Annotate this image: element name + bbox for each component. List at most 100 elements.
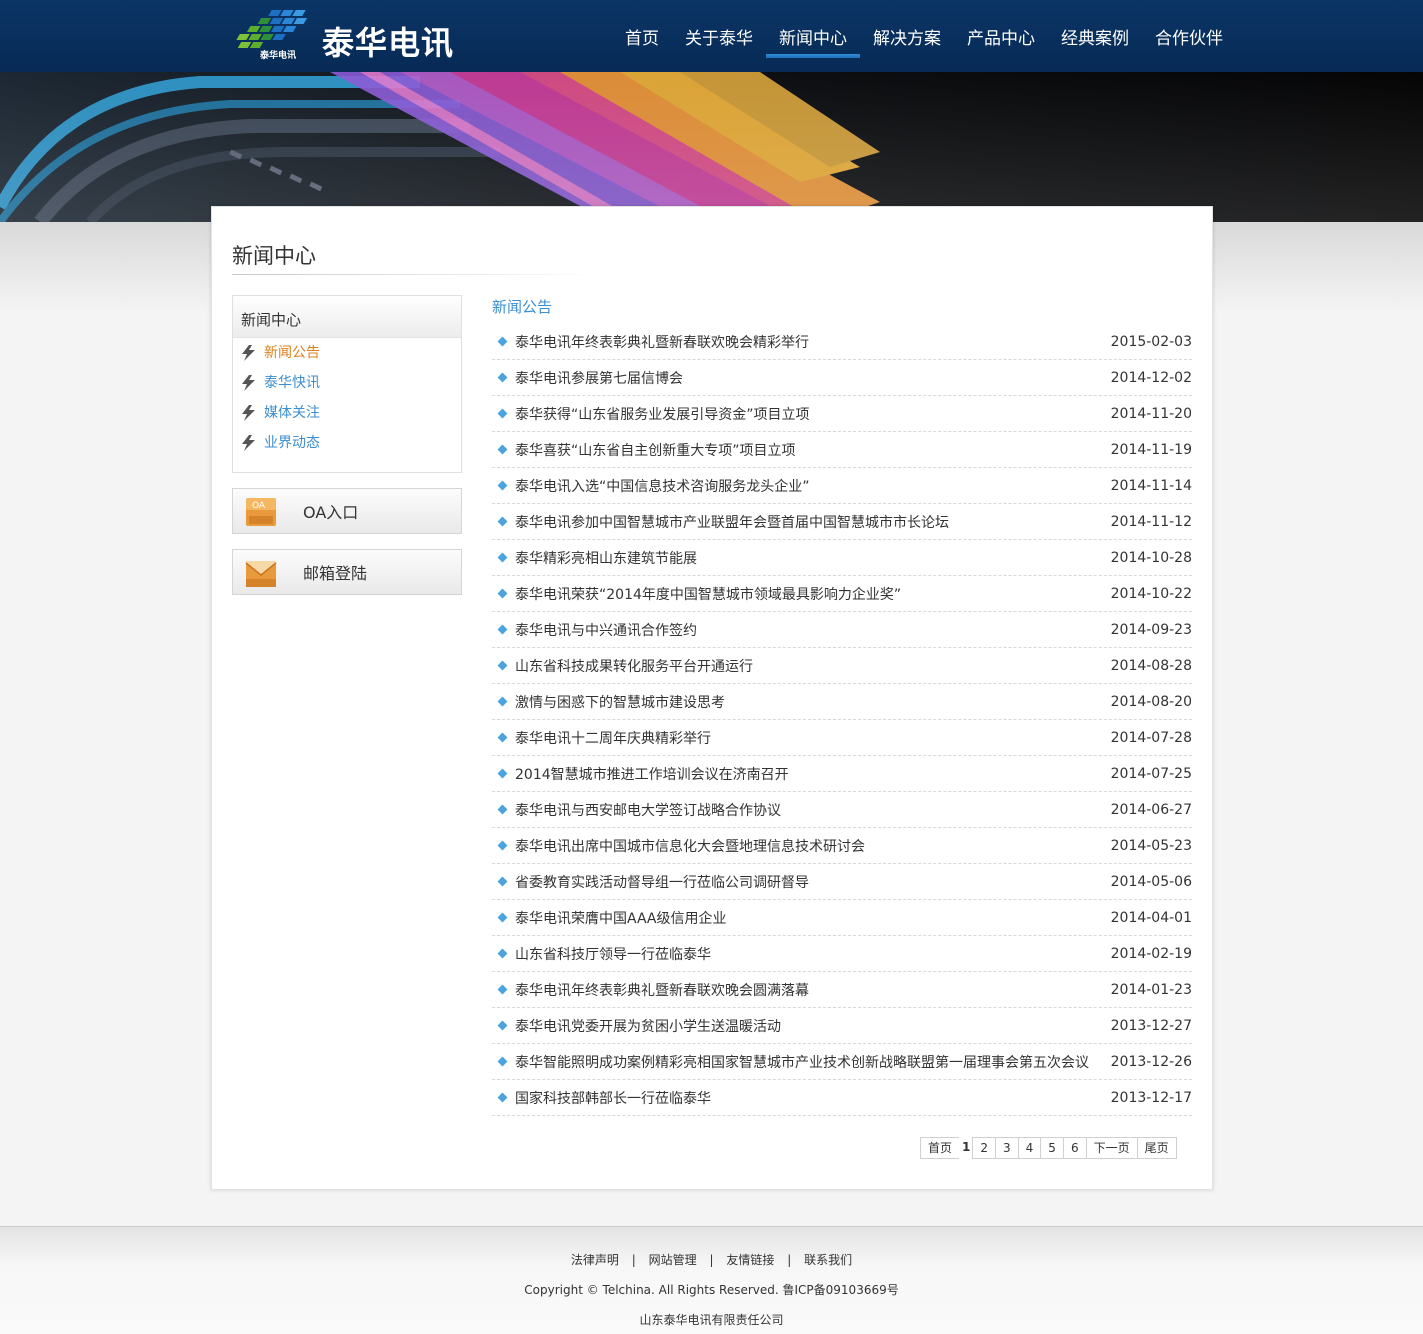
pagination-last[interactable]: 尾页 — [1136, 1137, 1177, 1159]
bullet-diamond-icon — [497, 1020, 508, 1031]
news-title-link[interactable]: 山东省科技厅领导一行莅临泰华 — [515, 944, 711, 964]
news-row[interactable]: 泰华电讯参加中国智慧城市产业联盟年会暨首届中国智慧城市市长论坛 2014-11-1… — [492, 504, 1192, 540]
sidebar-item-flash-news[interactable]: 泰华快讯 — [233, 368, 461, 398]
news-title-link[interactable]: 泰华电讯参加中国智慧城市产业联盟年会暨首届中国智慧城市市长论坛 — [515, 512, 949, 532]
news-date: 2014-04-01 — [1110, 909, 1192, 926]
news-row-left: 泰华智能照明成功案例精彩亮相国家智慧城市产业技术创新战略联盟第一届理事会第五次会… — [492, 1052, 1089, 1072]
news-title-link[interactable]: 泰华电讯入选“中国信息技术咨询服务龙头企业” — [515, 476, 810, 496]
news-row[interactable]: 激情与困惑下的智慧城市建设思考 2014-08-20 — [492, 684, 1192, 720]
mail-login-button[interactable]: 邮箱登陆 — [232, 549, 462, 595]
news-date: 2013-12-26 — [1110, 1053, 1192, 1070]
news-row[interactable]: 泰华电讯参展第七届信博会 2014-12-02 — [492, 360, 1192, 396]
sidebar-item-announcements[interactable]: 新闻公告 — [233, 338, 461, 368]
news-title-link[interactable]: 泰华电讯年终表彰典礼暨新春联欢晚会精彩举行 — [515, 332, 809, 352]
bullet-diamond-icon — [497, 804, 508, 815]
news-row[interactable]: 山东省科技成果转化服务平台开通运行 2014-08-28 — [492, 648, 1192, 684]
bullet-diamond-icon — [497, 336, 508, 347]
news-title-link[interactable]: 泰华电讯荣获“2014年度中国智慧城市领域最具影响力企业奖” — [515, 584, 901, 604]
news-row[interactable]: 泰华电讯荣获“2014年度中国智慧城市领域最具影响力企业奖” 2014-10-22 — [492, 576, 1192, 612]
news-row[interactable]: 泰华获得“山东省服务业发展引导资金”项目立项 2014-11-20 — [492, 396, 1192, 432]
news-row-left: 泰华喜获“山东省自主创新重大专项”项目立项 — [492, 440, 796, 460]
news-title-link[interactable]: 泰华智能照明成功案例精彩亮相国家智慧城市产业技术创新战略联盟第一届理事会第五次会… — [515, 1052, 1089, 1072]
nav-solutions[interactable]: 解决方案 — [860, 0, 954, 72]
footer-separator: | — [631, 1253, 636, 1267]
news-row-left: 泰华精彩亮相山东建筑节能展 — [492, 548, 697, 568]
pagination-page[interactable]: 3 — [995, 1137, 1019, 1159]
news-row-left: 泰华获得“山东省服务业发展引导资金”项目立项 — [492, 404, 810, 424]
footer-links: 法律声明 | 网站管理 | 友情链接 | 联系我们 — [0, 1251, 1423, 1268]
pagination-page[interactable]: 5 — [1040, 1137, 1064, 1159]
news-title-link[interactable]: 泰华电讯参展第七届信博会 — [515, 368, 683, 388]
footer-link-admin[interactable]: 网站管理 — [649, 1253, 697, 1267]
site-logo[interactable]: 泰华电讯 泰华电讯 — [222, 6, 454, 66]
news-row[interactable]: 2014智慧城市推进工作培训会议在济南召开 2014-07-25 — [492, 756, 1192, 792]
footer-link-friends[interactable]: 友情链接 — [726, 1253, 774, 1267]
news-title-link[interactable]: 泰华电讯十二周年庆典精彩举行 — [515, 728, 711, 748]
news-row[interactable]: 泰华电讯出席中国城市信息化大会暨地理信息技术研讨会 2014-05-23 — [492, 828, 1192, 864]
news-row[interactable]: 泰华电讯年终表彰典礼暨新春联欢晚会精彩举行 2015-02-03 — [492, 324, 1192, 360]
sidebar-heading: 新闻中心 — [233, 296, 461, 338]
news-row[interactable]: 泰华电讯入选“中国信息技术咨询服务龙头企业” 2014-11-14 — [492, 468, 1192, 504]
news-row[interactable]: 山东省科技厅领导一行莅临泰华 2014-02-19 — [492, 936, 1192, 972]
news-row[interactable]: 国家科技部韩部长一行莅临泰华 2013-12-17 — [492, 1080, 1192, 1116]
news-row[interactable]: 泰华智能照明成功案例精彩亮相国家智慧城市产业技术创新战略联盟第一届理事会第五次会… — [492, 1044, 1192, 1080]
news-title-link[interactable]: 国家科技部韩部长一行莅临泰华 — [515, 1088, 711, 1108]
nav-home[interactable]: 首页 — [612, 0, 672, 72]
news-title-link[interactable]: 泰华喜获“山东省自主创新重大专项”项目立项 — [515, 440, 796, 460]
news-title-link[interactable]: 泰华电讯与西安邮电大学签订战略合作协议 — [515, 800, 781, 820]
news-title-link[interactable]: 泰华电讯与中兴通讯合作签约 — [515, 620, 697, 640]
site-header: 泰华电讯 泰华电讯 首页 关于泰华 新闻中心 解决方案 产品中心 经典案例 合作… — [0, 0, 1423, 72]
nav-news[interactable]: 新闻中心 — [766, 0, 860, 72]
news-row[interactable]: 省委教育实践活动督导组一行莅临公司调研督导 2014-05-06 — [492, 864, 1192, 900]
oa-entry-button[interactable]: OA OA入口 — [232, 488, 462, 534]
sidebar-item-industry[interactable]: 业界动态 — [233, 428, 461, 458]
news-row[interactable]: 泰华电讯党委开展为贫困小学生送温暖活动 2013-12-27 — [492, 1008, 1192, 1044]
pagination-first[interactable]: 首页 — [920, 1137, 961, 1159]
pagination-page[interactable]: 6 — [1062, 1137, 1087, 1159]
news-row-left: 激情与困惑下的智慧城市建设思考 — [492, 692, 725, 712]
sidebar-item-label: 媒体关注 — [264, 405, 320, 421]
news-row[interactable]: 泰华电讯荣膺中国AAA级信用企业 2014-04-01 — [492, 900, 1192, 936]
nav-partners[interactable]: 合作伙伴 — [1142, 0, 1236, 72]
footer-link-legal[interactable]: 法律声明 — [571, 1253, 619, 1267]
news-row-left: 山东省科技厅领导一行莅临泰华 — [492, 944, 711, 964]
news-title-link[interactable]: 泰华电讯荣膺中国AAA级信用企业 — [515, 908, 727, 928]
pagination-next[interactable]: 下一页 — [1085, 1137, 1138, 1159]
news-title-link[interactable]: 泰华电讯年终表彰典礼暨新春联欢晚会圆满落幕 — [515, 980, 809, 1000]
news-title-link[interactable]: 泰华电讯党委开展为贫困小学生送温暖活动 — [515, 1016, 781, 1036]
news-date: 2014-07-28 — [1110, 729, 1192, 746]
bolt-icon — [242, 435, 255, 451]
news-date: 2014-02-19 — [1110, 945, 1192, 962]
nav-cases[interactable]: 经典案例 — [1048, 0, 1142, 72]
news-date: 2015-02-03 — [1110, 333, 1192, 350]
bullet-diamond-icon — [497, 732, 508, 743]
pagination-page[interactable]: 2 — [972, 1137, 997, 1159]
news-title-link[interactable]: 泰华电讯出席中国城市信息化大会暨地理信息技术研讨会 — [515, 836, 865, 856]
news-row-left: 泰华电讯与中兴通讯合作签约 — [492, 620, 697, 640]
news-date: 2014-11-20 — [1110, 405, 1192, 422]
news-row[interactable]: 泰华电讯与西安邮电大学签订战略合作协议 2014-06-27 — [492, 792, 1192, 828]
news-row[interactable]: 泰华电讯十二周年庆典精彩举行 2014-07-28 — [492, 720, 1192, 756]
oa-folder-icon: OA — [246, 498, 276, 526]
company-name: 山东泰华电讯有限责任公司 — [639, 1313, 784, 1327]
logo-wordmark: 泰华电讯 — [322, 24, 455, 62]
bullet-diamond-icon — [497, 984, 508, 995]
news-date: 2014-08-20 — [1110, 693, 1192, 710]
copyright-text: Copyright © Telchina. All Rights Reserve… — [524, 1283, 899, 1297]
news-row[interactable]: 泰华喜获“山东省自主创新重大专项”项目立项 2014-11-19 — [492, 432, 1192, 468]
news-title-link[interactable]: 2014智慧城市推进工作培训会议在济南召开 — [515, 764, 789, 784]
nav-products[interactable]: 产品中心 — [954, 0, 1048, 72]
news-title-link[interactable]: 激情与困惑下的智慧城市建设思考 — [515, 692, 725, 712]
sidebar-item-media[interactable]: 媒体关注 — [233, 398, 461, 428]
news-row[interactable]: 泰华电讯与中兴通讯合作签约 2014-09-23 — [492, 612, 1192, 648]
nav-about[interactable]: 关于泰华 — [672, 0, 766, 72]
news-title-link[interactable]: 泰华获得“山东省服务业发展引导资金”项目立项 — [515, 404, 810, 424]
bullet-diamond-icon — [497, 912, 508, 923]
news-title-link[interactable]: 山东省科技成果转化服务平台开通运行 — [515, 656, 753, 676]
news-row[interactable]: 泰华电讯年终表彰典礼暨新春联欢晚会圆满落幕 2014-01-23 — [492, 972, 1192, 1008]
news-title-link[interactable]: 泰华精彩亮相山东建筑节能展 — [515, 548, 697, 568]
pagination-page[interactable]: 4 — [1017, 1137, 1042, 1159]
news-title-link[interactable]: 省委教育实践活动督导组一行莅临公司调研督导 — [515, 872, 809, 892]
footer-link-contact[interactable]: 联系我们 — [804, 1253, 852, 1267]
news-row[interactable]: 泰华精彩亮相山东建筑节能展 2014-10-28 — [492, 540, 1192, 576]
